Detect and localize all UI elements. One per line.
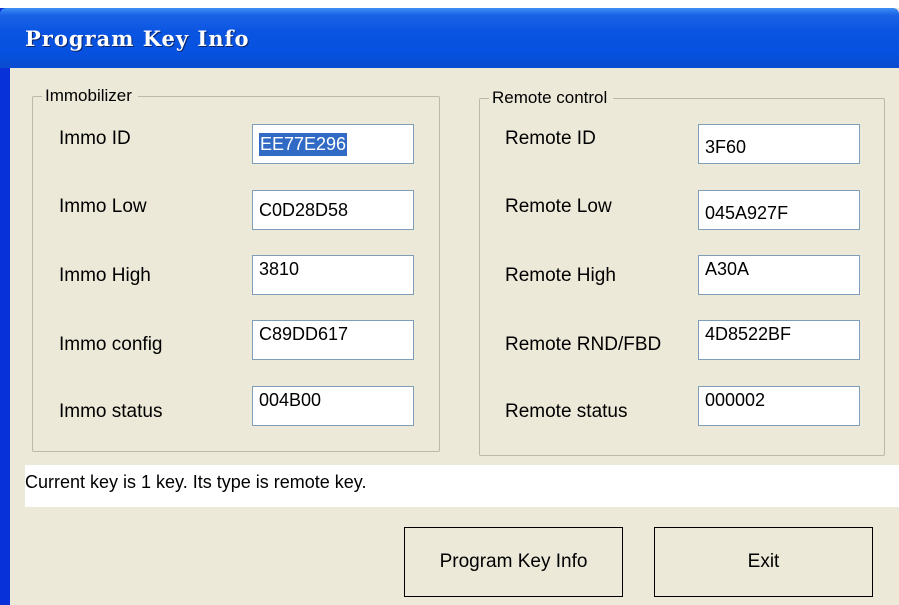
immobilizer-legend: Immobilizer (42, 85, 138, 107)
remote-control-legend: Remote control (489, 87, 614, 109)
immo-high-field[interactable] (252, 255, 414, 295)
immo-config-field[interactable] (252, 320, 414, 360)
window-title: Program Key Info (25, 26, 250, 51)
immo-low-label: Immo Low (59, 196, 147, 217)
remote-high-label: Remote High (505, 265, 616, 286)
immo-config-label: Immo config (59, 334, 163, 355)
remote-high-field[interactable] (698, 255, 860, 295)
title-bar[interactable]: Program Key Info (0, 8, 899, 68)
immo-status-label: Immo status (59, 401, 163, 422)
exit-button[interactable]: Exit (654, 527, 873, 597)
remote-rnd-fbd-label: Remote RND/FBD (505, 334, 662, 355)
program-key-info-button[interactable]: Program Key Info (404, 527, 623, 597)
remote-low-label: Remote Low (505, 196, 612, 217)
remote-low-field[interactable] (698, 190, 860, 230)
remote-id-label: Remote ID (505, 128, 596, 149)
immo-id-selected-text: EE77E296 (259, 133, 348, 156)
remote-status-field[interactable] (698, 386, 860, 426)
remote-rnd-fbd-field[interactable] (698, 320, 860, 360)
immo-high-label: Immo High (59, 265, 151, 286)
status-message: Current key is 1 key. Its type is remote… (25, 465, 899, 507)
immo-low-field[interactable] (252, 190, 414, 230)
immo-status-field[interactable] (252, 386, 414, 426)
remote-id-field[interactable] (698, 124, 860, 164)
immo-id-label: Immo ID (59, 128, 131, 149)
remote-status-label: Remote status (505, 401, 628, 422)
